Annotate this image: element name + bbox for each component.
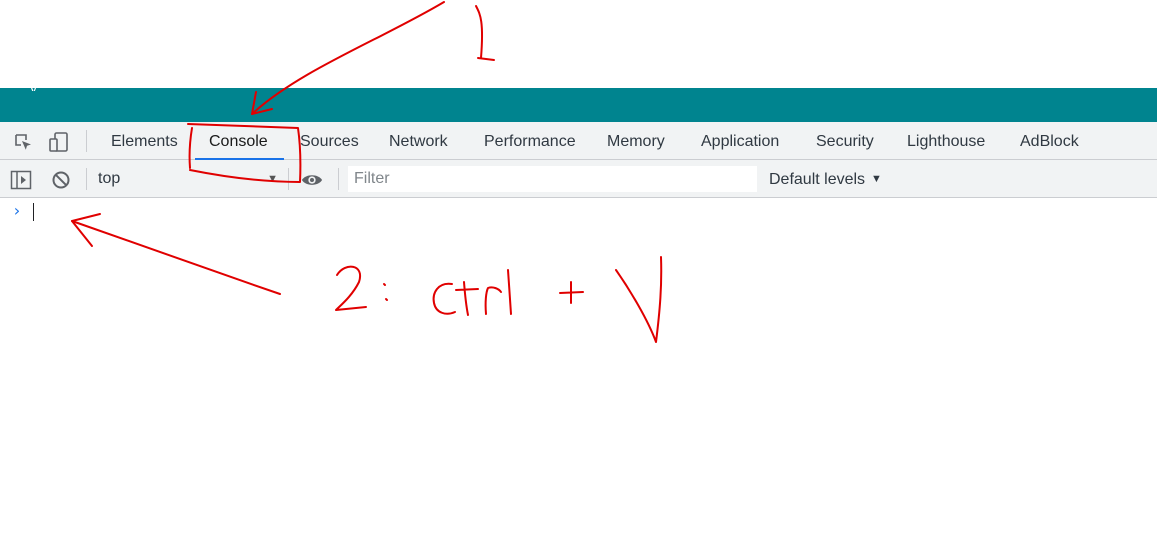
tab-adblock[interactable]: AdBlock [1020,122,1079,160]
page-text-fragment: y [30,85,46,91]
tab-application[interactable]: Application [701,122,779,160]
sidebar-toggle-icon[interactable] [10,169,32,191]
prompt-chevron-icon: › [12,201,22,220]
filter-input[interactable] [348,166,757,192]
toolbar-divider [338,168,339,190]
devtools-panel: Elements Console Sources Network Perform… [0,122,1157,560]
log-levels-dropdown[interactable]: Default levels ▼ [769,168,882,190]
text-caret [33,203,34,221]
tab-elements[interactable]: Elements [111,122,178,160]
toolbar-divider [86,168,87,190]
context-selector[interactable]: top ▼ [98,168,278,190]
tab-console[interactable]: Console [195,122,284,160]
tab-security[interactable]: Security [816,122,874,160]
tabbar-divider [86,130,87,152]
console-toolbar: top ▼ Default levels ▼ [0,160,1157,198]
dropdown-arrow-icon: ▼ [871,173,882,185]
tab-memory[interactable]: Memory [607,122,665,160]
eye-icon[interactable] [301,169,323,191]
annotation-1 [475,5,495,61]
device-toolbar-icon[interactable] [48,131,70,153]
tab-lighthouse[interactable]: Lighthouse [907,122,985,160]
dropdown-arrow-icon: ▼ [267,173,278,185]
tab-network[interactable]: Network [389,122,448,160]
console-prompt[interactable]: › [0,200,1157,224]
page-header-band: y [0,85,1157,123]
clear-console-icon[interactable] [50,169,72,191]
context-value: top [98,170,121,187]
log-levels-label: Default levels [769,171,866,188]
inspect-element-icon[interactable] [12,131,34,153]
devtools-tabbar: Elements Console Sources Network Perform… [0,122,1157,160]
toolbar-divider [288,168,289,190]
tab-sources[interactable]: Sources [300,122,359,160]
tab-performance[interactable]: Performance [484,122,576,160]
